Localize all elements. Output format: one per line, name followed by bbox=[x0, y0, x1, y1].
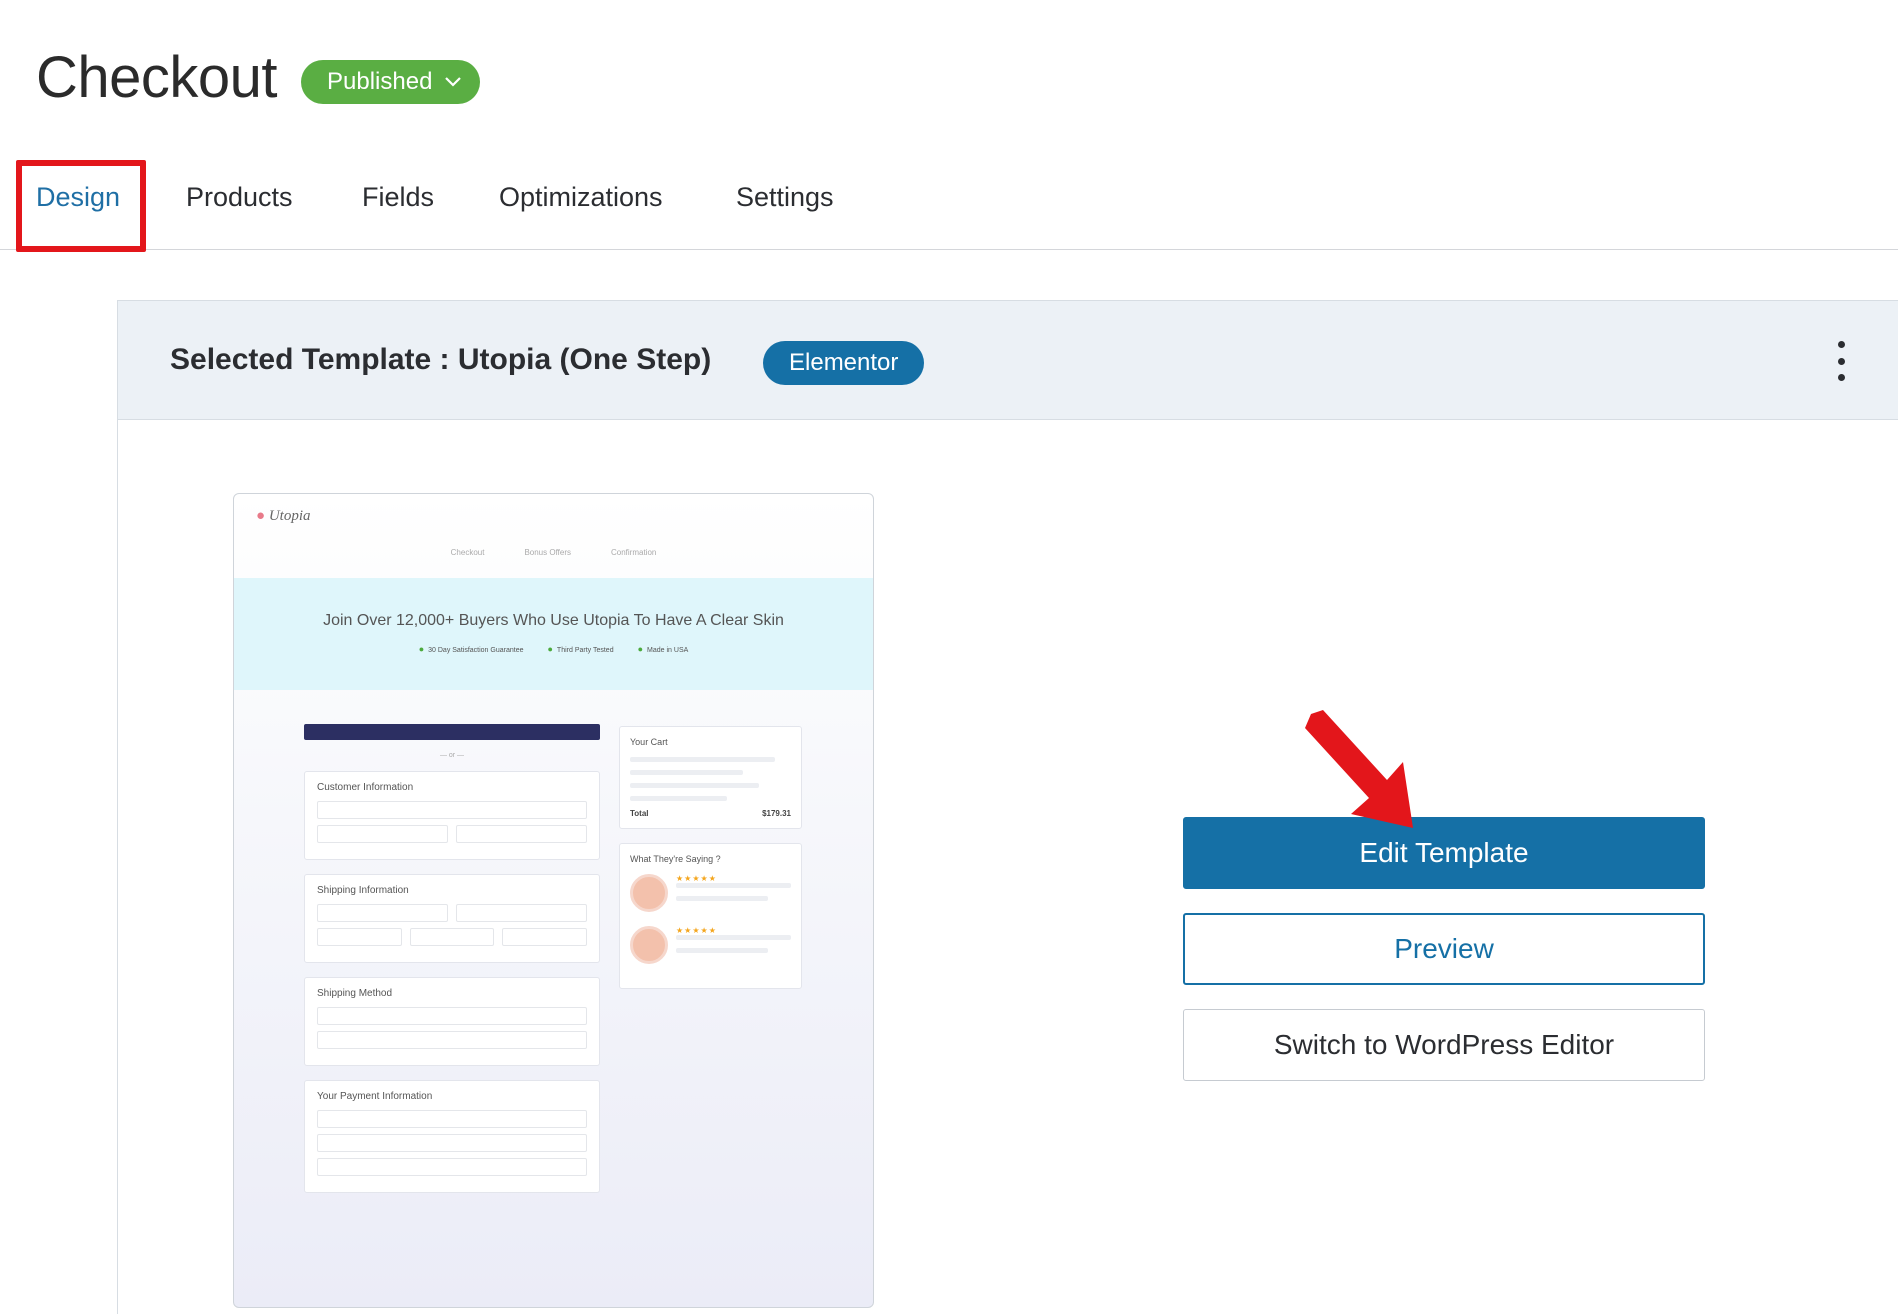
template-preview-thumbnail: ● Utopia Checkout Bonus Offers Confirmat… bbox=[233, 493, 874, 1308]
reviewer-avatar bbox=[630, 874, 668, 912]
thumbnail-reviews: What They're Saying ? ★★★★★ ★★★★★ bbox=[619, 843, 802, 989]
thumbnail-logo: ● Utopia bbox=[256, 508, 311, 524]
selected-template-label: Selected Template : Utopia (One Step) bbox=[170, 343, 712, 376]
status-label: Published bbox=[327, 68, 433, 95]
thumbnail-section: Shipping Method bbox=[304, 977, 600, 1066]
edit-template-button[interactable]: Edit Template bbox=[1183, 817, 1705, 889]
thumbnail-steps: Checkout Bonus Offers Confirmation bbox=[450, 548, 657, 557]
tab-fields[interactable]: Fields bbox=[362, 182, 434, 213]
thumbnail-badges: 30 Day Satisfaction Guarantee Third Part… bbox=[234, 644, 873, 654]
thumbnail-form-column: — or — Customer Information Shipping Inf… bbox=[304, 724, 600, 1207]
chevron-down-icon bbox=[445, 77, 462, 87]
thumbnail-section: Customer Information bbox=[304, 771, 600, 860]
builder-badge: Elementor bbox=[763, 341, 925, 385]
thumbnail-section: Shipping Information bbox=[304, 874, 600, 963]
thumbnail-cart-column: Your Cart Total $179.31 What They're Sayi… bbox=[619, 726, 802, 1003]
preview-button[interactable]: Preview bbox=[1183, 913, 1705, 985]
switch-to-wordpress-editor-button[interactable]: Switch to WordPress Editor bbox=[1183, 1009, 1705, 1081]
template-card-header: Selected Template : Utopia (One Step) El… bbox=[118, 301, 1898, 420]
thumbnail-section: Your Payment Information bbox=[304, 1080, 600, 1193]
page: Checkout Published Design Products Field… bbox=[0, 0, 1898, 1314]
thumbnail-headline: Join Over 12,000+ Buyers Who Use Utopia … bbox=[323, 612, 784, 629]
more-options-icon[interactable] bbox=[1831, 341, 1851, 381]
thumbnail-cart: Your Cart Total $179.31 bbox=[619, 726, 802, 829]
template-card: Selected Template : Utopia (One Step) El… bbox=[117, 300, 1898, 1314]
page-title: Checkout bbox=[36, 45, 278, 110]
tab-design[interactable]: Design bbox=[36, 182, 120, 213]
tab-optimizations[interactable]: Optimizations bbox=[499, 182, 663, 213]
reviewer-avatar bbox=[630, 926, 668, 964]
thumbnail-pay-button bbox=[304, 724, 600, 740]
tab-products[interactable]: Products bbox=[186, 182, 293, 213]
thumbnail-banner: Join Over 12,000+ Buyers Who Use Utopia … bbox=[234, 578, 873, 690]
status-dropdown[interactable]: Published bbox=[301, 60, 481, 104]
tab-bar: Design Products Fields Optimizations Set… bbox=[0, 160, 1898, 252]
tab-settings[interactable]: Settings bbox=[736, 182, 834, 213]
